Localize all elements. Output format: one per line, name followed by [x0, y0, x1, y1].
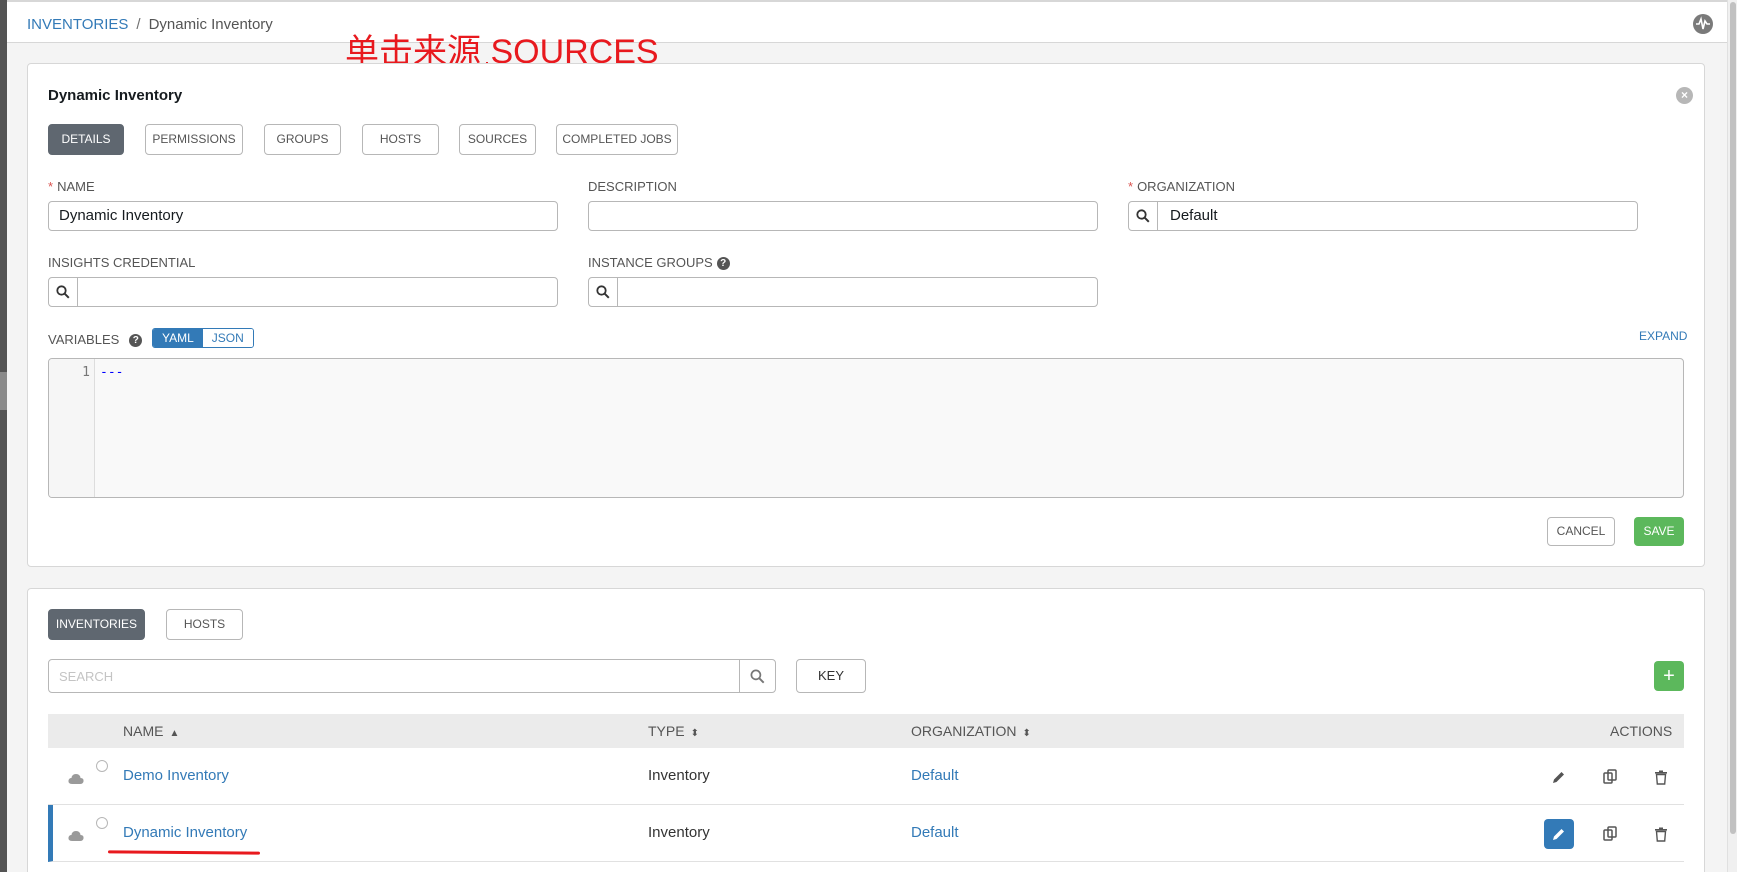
- column-type[interactable]: TYPE ⬍: [648, 714, 699, 751]
- name-input[interactable]: Dynamic Inventory: [48, 201, 558, 231]
- delete-icon[interactable]: [1646, 762, 1676, 792]
- cancel-button[interactable]: CANCEL: [1547, 517, 1615, 546]
- editor-gutter: 1: [49, 359, 95, 497]
- variables-label: VARIABLES?: [48, 332, 143, 348]
- organization-link[interactable]: Default: [911, 824, 959, 841]
- insights-credential-label: INSIGHTS CREDENTIAL: [48, 255, 196, 270]
- organization-link[interactable]: Default: [911, 767, 959, 784]
- column-name-label: NAME: [123, 723, 164, 739]
- instance-groups-label-text: INSTANCE GROUPS: [588, 255, 713, 270]
- form-title: Dynamic Inventory: [48, 87, 183, 104]
- name-label: * NAME: [48, 179, 95, 194]
- line-number: 1: [82, 365, 90, 380]
- edit-icon[interactable]: [1544, 762, 1574, 792]
- name-label-text: NAME: [57, 179, 95, 194]
- inventory-type: Inventory: [648, 824, 710, 841]
- column-actions: ACTIONS: [1610, 723, 1673, 739]
- table-row: Demo Inventory Inventory Default: [48, 748, 1684, 805]
- table-header: NAME ▲ TYPE ⬍ ORGANIZATION ⬍ ACTIONS: [48, 714, 1684, 748]
- breadcrumb-current: Dynamic Inventory: [148, 16, 273, 33]
- column-name[interactable]: NAME ▲: [123, 714, 179, 751]
- organization-search-icon[interactable]: [1129, 202, 1158, 230]
- sort-icon: ⬍: [1022, 728, 1031, 739]
- breadcrumb: INVENTORIES / Dynamic Inventory: [27, 16, 273, 33]
- search-input[interactable]: SEARCH: [59, 669, 113, 684]
- column-organization[interactable]: ORGANIZATION ⬍: [911, 714, 1031, 751]
- description-label: DESCRIPTION: [588, 179, 677, 194]
- tab-list-hosts[interactable]: HOSTS: [166, 609, 243, 640]
- tab-completed-jobs[interactable]: COMPLETED JOBS: [556, 124, 678, 155]
- description-input[interactable]: [588, 201, 1098, 231]
- scrollbar-thumb[interactable]: [1730, 2, 1736, 834]
- activity-stream-icon[interactable]: [1693, 14, 1713, 34]
- inventory-type: Inventory: [648, 767, 710, 784]
- copy-icon[interactable]: [1595, 819, 1625, 849]
- tab-sources[interactable]: SOURCES: [459, 124, 536, 155]
- organization-value: Default: [1170, 207, 1218, 224]
- help-icon[interactable]: ?: [716, 257, 730, 271]
- variables-code-editor[interactable]: 1 ---: [48, 358, 1684, 498]
- save-button[interactable]: SAVE: [1634, 517, 1684, 546]
- insights-search-icon[interactable]: [49, 278, 78, 306]
- sort-ascending-icon: ▲: [169, 728, 180, 739]
- inventory-name-link[interactable]: Demo Inventory: [123, 767, 229, 784]
- tab-groups[interactable]: GROUPS: [264, 124, 341, 155]
- search-icon[interactable]: [739, 660, 775, 692]
- copy-icon[interactable]: [1595, 762, 1625, 792]
- organization-lookup[interactable]: Default: [1128, 201, 1638, 231]
- row-select-radio[interactable]: [96, 760, 108, 772]
- left-nav-strip: [0, 0, 7, 872]
- json-toggle-button[interactable]: JSON: [202, 329, 253, 347]
- organization-label: * ORGANIZATION: [1128, 179, 1235, 194]
- close-icon[interactable]: ×: [1676, 87, 1693, 104]
- nav-marker: [0, 372, 7, 410]
- column-type-label: TYPE: [648, 723, 685, 739]
- add-button[interactable]: +: [1654, 661, 1684, 691]
- insights-credential-lookup[interactable]: [48, 277, 558, 307]
- breadcrumb-separator: /: [136, 16, 141, 33]
- tab-permissions[interactable]: PERMISSIONS: [145, 124, 243, 155]
- instance-groups-lookup[interactable]: [588, 277, 1098, 307]
- edit-icon[interactable]: [1544, 819, 1574, 849]
- row-select-radio[interactable]: [96, 817, 108, 829]
- breadcrumb-inventories-link[interactable]: INVENTORIES: [27, 16, 128, 33]
- editor-content[interactable]: ---: [100, 365, 123, 380]
- instance-groups-label: INSTANCE GROUPS?: [588, 255, 730, 271]
- search-box[interactable]: SEARCH: [48, 659, 776, 693]
- variables-label-text: VARIABLES: [48, 332, 120, 347]
- column-organization-label: ORGANIZATION: [911, 723, 1017, 739]
- insights-credential-value: [78, 278, 90, 306]
- tab-details[interactable]: DETAILS: [48, 124, 124, 155]
- inventory-name-link[interactable]: Dynamic Inventory: [123, 824, 247, 841]
- expand-link[interactable]: EXPAND: [1639, 329, 1687, 343]
- inventory-form-panel: Dynamic Inventory × DETAILS PERMISSIONS …: [27, 63, 1705, 567]
- table-row: Dynamic Inventory Inventory Default: [48, 805, 1684, 862]
- sort-icon: ⬍: [690, 728, 699, 739]
- key-button[interactable]: KEY: [796, 659, 866, 693]
- instance-groups-search-icon[interactable]: [589, 278, 618, 306]
- yaml-toggle-button[interactable]: YAML: [153, 329, 203, 347]
- required-marker: *: [48, 179, 54, 194]
- delete-icon[interactable]: [1646, 819, 1676, 849]
- instance-groups-value: [618, 278, 630, 306]
- variables-format-toggle: YAML JSON: [152, 328, 254, 348]
- inventory-list-panel: INVENTORIES HOSTS SEARCH KEY + NAME ▲ TYP…: [27, 588, 1705, 872]
- page-scrollbar[interactable]: [1727, 0, 1737, 872]
- cloud-icon: [68, 774, 84, 784]
- organization-label-text: ORGANIZATION: [1137, 179, 1236, 194]
- tab-hosts[interactable]: HOSTS: [362, 124, 439, 155]
- required-marker: *: [1128, 179, 1134, 194]
- tab-inventories[interactable]: INVENTORIES: [48, 609, 145, 640]
- cloud-icon: [68, 831, 84, 841]
- help-icon[interactable]: ?: [129, 334, 143, 348]
- top-bar: INVENTORIES / Dynamic Inventory: [7, 0, 1727, 43]
